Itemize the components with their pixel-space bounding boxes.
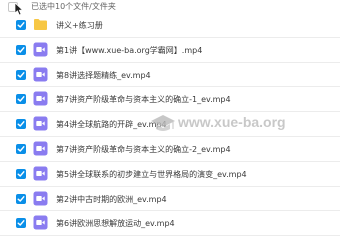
file-row[interactable]: 第6讲欧洲思想解放运动_ev.mp4 [0, 211, 340, 237]
row-checkbox[interactable] [16, 94, 26, 105]
video-file-icon [33, 116, 48, 131]
file-name[interactable]: 第4讲全球航路的开辟_ev.mp4 [56, 119, 167, 130]
checkmark-icon [17, 71, 25, 78]
file-list: 讲义+练习册第1讲【www.xue-ba.org学霸网】.mp4 第8讲选择题精练… [0, 13, 340, 237]
file-name[interactable]: 第6讲欧洲思想解放运动_ev.mp4 [56, 218, 175, 229]
video-file-icon [33, 91, 48, 106]
checkmark-icon [17, 96, 25, 103]
checkmark-icon [17, 170, 25, 177]
checkmark-icon [17, 22, 25, 28]
video-file-icon [33, 166, 48, 181]
checkmark-icon [17, 121, 25, 127]
file-row[interactable]: 第4讲全球航路的开辟_ev.mp4 [0, 112, 340, 137]
row-checkbox[interactable] [16, 69, 26, 80]
file-row[interactable]: 第7讲资产阶级革命与资本主义的确立-2_ev.mp4 [0, 137, 340, 162]
file-row[interactable]: 第2讲中古时期的欧洲_ev.mp4 [0, 187, 340, 212]
file-row[interactable]: 第1讲【www.xue-ba.org学霸网】.mp4 [0, 38, 340, 63]
file-name[interactable]: 讲义+练习册 [56, 20, 103, 31]
checkmark-icon [17, 146, 25, 152]
video-file-icon [33, 67, 48, 82]
file-row[interactable]: 第5讲全球联系的初步建立与世界格局的演变_ev.mp4 [0, 162, 340, 187]
video-file-icon [33, 191, 48, 206]
row-checkbox[interactable] [16, 20, 26, 30]
row-checkbox[interactable] [16, 143, 26, 154]
video-file-icon [33, 42, 48, 57]
row-checkbox[interactable] [16, 44, 26, 55]
file-name[interactable]: 第5讲全球联系的初步建立与世界格局的演变_ev.mp4 [56, 169, 247, 180]
checkmark-icon [17, 195, 25, 202]
file-name[interactable]: 第7讲资产阶级革命与资本主义的确立-2_ev.mp4 [56, 144, 231, 155]
checkmark-icon [17, 46, 25, 53]
file-name[interactable]: 第8讲选择题精练_ev.mp4 [56, 70, 151, 81]
file-row[interactable]: 讲义+练习册 [0, 13, 340, 38]
file-row[interactable]: 第8讲选择题精练_ev.mp4 [0, 63, 340, 88]
selection-count-text: 已选中10个文件/文件夹 [31, 2, 116, 11]
row-checkbox[interactable] [16, 168, 26, 179]
file-row[interactable]: 第7讲资产阶级革命与资本主义的确立-1_ev.mp4 [0, 87, 340, 113]
folder-icon [33, 17, 48, 32]
row-checkbox[interactable] [16, 193, 26, 204]
file-name[interactable]: 第7讲资产阶级革命与资本主义的确立-1_ev.mp4 [56, 94, 231, 105]
row-checkbox[interactable] [16, 119, 26, 130]
file-name[interactable]: 第1讲【www.xue-ba.org学霸网】.mp4 [56, 45, 202, 56]
video-file-icon [33, 215, 48, 230]
selection-header: 已选中10个文件/文件夹 [0, 0, 340, 16]
row-checkbox[interactable] [16, 218, 26, 229]
file-name[interactable]: 第2讲中古时期的欧洲_ev.mp4 [56, 194, 167, 205]
checkmark-icon [17, 220, 25, 227]
video-file-icon [33, 141, 48, 156]
